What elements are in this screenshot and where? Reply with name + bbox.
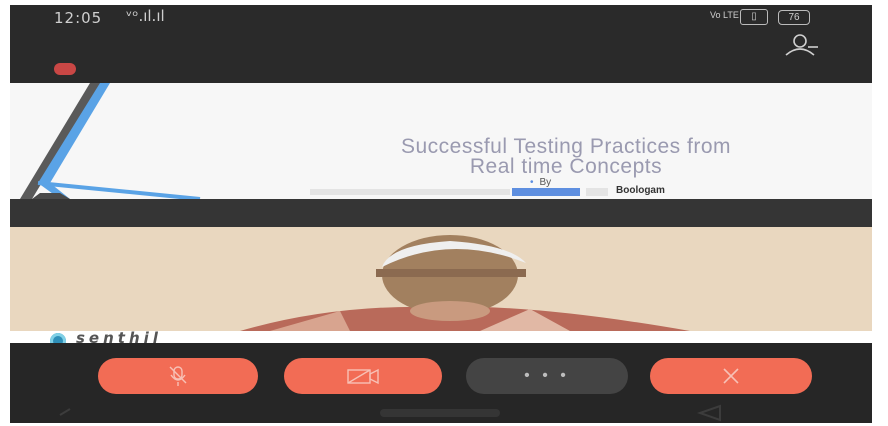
slide-decoration [20,83,201,199]
vibrate-icon: ▯ [740,9,768,25]
participant-video [10,227,872,331]
slide-author: Boologam [616,185,665,196]
nav-recent-icon [696,404,721,422]
more-options-button[interactable]: • • • [466,358,628,394]
slide-bar [512,188,580,196]
divider [10,199,872,227]
status-bar: 12:05 ᵛᵒ.ıl.ıl Vo LTE ▯ 76 [10,5,872,39]
recording-indicator [54,63,76,75]
navigation-bar [59,404,721,422]
status-time: 12:05 [54,9,103,27]
camera-button[interactable] [284,358,442,394]
signal-icon: ᵛᵒ.ıl.ıl [126,7,165,25]
slide-title: Successful Testing Practices from Real t… [400,135,732,178]
slide-bar [310,189,510,195]
mute-button[interactable] [98,358,258,394]
participants-icon[interactable] [780,33,820,57]
camera-off-icon [347,368,379,385]
video-feed [10,227,872,331]
end-call-button[interactable] [650,358,812,394]
close-icon [723,368,739,384]
slide-by: By [530,177,552,188]
mic-off-icon [169,366,187,386]
network-indicator: Vo LTE [710,10,739,20]
shared-screen: Successful Testing Practices from Real t… [10,83,872,199]
slide-bar [586,188,608,196]
call-screen: 12:05 ᵛᵒ.ıl.ıl Vo LTE ▯ 76 Successful Te… [10,5,872,423]
nav-home-icon [380,409,500,417]
battery-icon: 76 [778,10,810,25]
nav-back-icon [59,408,71,416]
